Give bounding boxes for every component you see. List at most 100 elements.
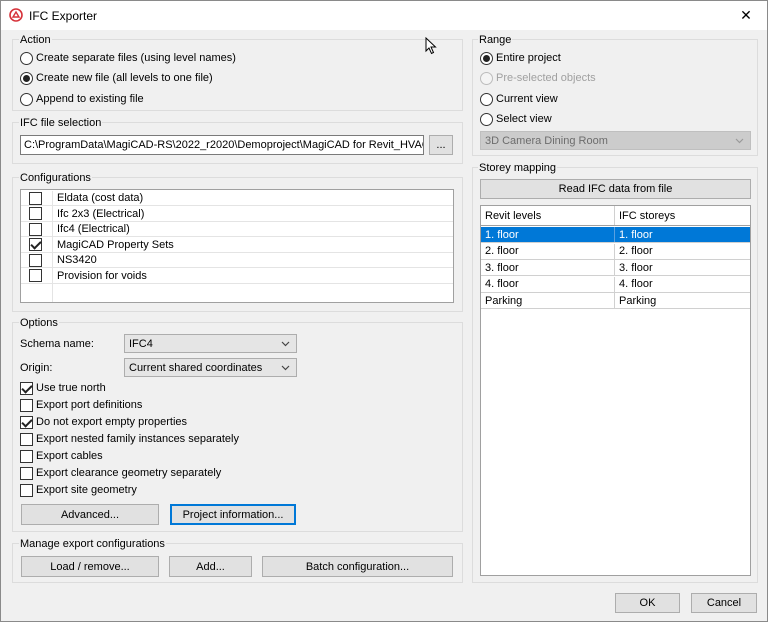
radio-indicator xyxy=(20,51,33,65)
configuration-item[interactable]: NS3420 xyxy=(21,252,453,268)
configuration-item[interactable]: Ifc 2x3 (Electrical) xyxy=(21,206,453,222)
ifc-storey-cell[interactable]: Parking xyxy=(615,293,747,308)
revit-level-cell[interactable]: 3. floor xyxy=(481,260,615,275)
load-remove-button[interactable]: Load / remove... xyxy=(21,556,159,577)
storey-mapping-group-title: Storey mapping xyxy=(478,162,558,174)
export-cables-checkbox[interactable]: Export cables xyxy=(20,448,103,464)
configuration-name: Eldata (cost data) xyxy=(57,192,144,204)
configuration-checkbox[interactable] xyxy=(28,238,42,251)
use-true-north-checkbox[interactable]: Use true north xyxy=(20,380,106,396)
ifc-storeys-header[interactable]: IFC storeys xyxy=(615,206,747,225)
checkbox-indicator xyxy=(20,415,33,429)
ifc-file-group-title: IFC file selection xyxy=(19,117,103,129)
table-row[interactable]: 3. floor 3. floor xyxy=(481,260,750,276)
ok-button[interactable]: OK xyxy=(615,593,680,613)
batch-configuration-button[interactable]: Batch configuration... xyxy=(262,556,453,577)
mouse-pointer-icon xyxy=(425,37,437,55)
options-group-title: Options xyxy=(19,317,59,329)
manage-configs-group-title: Manage export configurations xyxy=(19,538,166,550)
configuration-name: Ifc 2x3 (Electrical) xyxy=(57,207,145,220)
configuration-checkbox[interactable] xyxy=(28,222,42,236)
configuration-item[interactable]: Ifc4 (Electrical) xyxy=(21,221,453,237)
chevron-down-icon xyxy=(281,365,290,371)
action-append-radio[interactable]: Append to existing file xyxy=(20,91,144,107)
magicad-logo-icon xyxy=(9,8,23,22)
revit-level-cell[interactable]: 1. floor xyxy=(481,227,615,242)
table-row[interactable]: 1. floor 1. floor xyxy=(481,227,750,243)
configuration-checkbox[interactable] xyxy=(28,253,42,267)
table-row[interactable]: Parking Parking xyxy=(481,293,750,309)
checkbox-indicator xyxy=(20,483,33,497)
configuration-name: Ifc4 (Electrical) xyxy=(57,223,130,235)
configurations-list: Eldata (cost data) Ifc 2x3 (Electrical) If… xyxy=(20,189,454,303)
advanced-button[interactable]: Advanced... xyxy=(21,504,159,525)
revit-level-cell[interactable]: 2. floor xyxy=(481,243,615,259)
table-header: Revit levels IFC storeys xyxy=(481,206,750,226)
radio-indicator xyxy=(480,51,493,65)
export-port-definitions-checkbox[interactable]: Export port definitions xyxy=(20,397,142,413)
chevron-down-icon xyxy=(281,341,290,347)
schema-name-select[interactable]: IFC4 xyxy=(124,334,297,353)
range-group-title: Range xyxy=(478,34,513,46)
checkbox-label: Use true north xyxy=(36,382,106,394)
configuration-checkbox-cell xyxy=(21,221,53,237)
checkbox-label: Export nested family instances separatel… xyxy=(36,433,239,445)
configurations-group-title: Configurations xyxy=(19,172,92,184)
browse-file-button[interactable]: ... xyxy=(429,135,453,155)
radio-indicator xyxy=(20,71,33,85)
range-select-view-radio[interactable]: Select view xyxy=(480,111,552,127)
configuration-item[interactable]: Provision for voids xyxy=(21,268,453,284)
window-title: IFC Exporter xyxy=(29,9,98,23)
configuration-item[interactable]: MagiCAD Property Sets xyxy=(21,237,453,253)
table-row[interactable]: 4. floor 4. floor xyxy=(481,276,750,293)
ifc-storey-cell[interactable]: 2. floor xyxy=(615,244,747,259)
action-group-title: Action xyxy=(19,34,52,46)
configuration-name: Provision for voids xyxy=(57,269,147,282)
action-separate-files-radio[interactable]: Create separate files (using level names… xyxy=(20,50,236,66)
configuration-checkbox-cell xyxy=(21,190,53,206)
ifc-storey-cell[interactable]: 4. floor xyxy=(615,277,747,292)
export-clearance-geometry-checkbox[interactable]: Export clearance geometry separately xyxy=(20,465,221,481)
checkbox-indicator xyxy=(20,381,33,395)
revit-levels-header[interactable]: Revit levels xyxy=(481,206,615,225)
ifc-storey-cell[interactable]: 1. floor xyxy=(615,227,747,242)
checkbox-indicator xyxy=(20,432,33,446)
radio-indicator xyxy=(480,112,493,126)
ifc-file-path-field[interactable]: C:\ProgramData\MagiCAD-RS\2022_r2020\Dem… xyxy=(20,135,424,155)
configuration-name: MagiCAD Property Sets xyxy=(57,238,174,251)
action-new-file-radio[interactable]: Create new file (all levels to one file) xyxy=(20,70,213,86)
revit-level-cell[interactable]: 4. floor xyxy=(481,276,615,292)
cancel-button[interactable]: Cancel xyxy=(691,593,757,613)
project-information-button[interactable]: Project information... xyxy=(170,504,296,525)
export-nested-instances-checkbox[interactable]: Export nested family instances separatel… xyxy=(20,431,239,447)
configuration-checkbox[interactable] xyxy=(28,207,42,220)
read-ifc-data-button[interactable]: Read IFC data from file xyxy=(480,179,751,199)
storey-mapping-table: Revit levels IFC storeys 1. floor 1. floo… xyxy=(480,205,751,576)
revit-level-cell[interactable]: Parking xyxy=(481,293,615,308)
configuration-item[interactable]: Eldata (cost data) xyxy=(21,190,453,206)
schema-name-label: Schema name: xyxy=(20,338,94,350)
close-button[interactable]: ✕ xyxy=(725,1,767,29)
radio-indicator xyxy=(480,71,493,85)
table-row[interactable]: 2. floor 2. floor xyxy=(481,243,750,260)
close-icon: ✕ xyxy=(740,6,752,23)
configuration-checkbox[interactable] xyxy=(28,191,42,205)
configuration-name: NS3420 xyxy=(57,254,97,266)
checkbox-label: Do not export empty properties xyxy=(36,416,188,428)
range-entire-project-radio[interactable]: Entire project xyxy=(480,50,561,66)
chevron-down-icon xyxy=(735,138,744,144)
checkbox-indicator xyxy=(20,466,33,480)
configuration-checkbox[interactable] xyxy=(28,269,42,282)
export-site-geometry-checkbox[interactable]: Export site geometry xyxy=(20,482,137,498)
range-preselected-radio: Pre-selected objects xyxy=(480,70,596,86)
checkbox-indicator xyxy=(20,398,33,412)
add-config-button[interactable]: Add... xyxy=(169,556,252,577)
configurations-list-divider xyxy=(52,283,53,302)
ifc-storey-cell[interactable]: 3. floor xyxy=(615,260,747,275)
checkbox-label: Export port definitions xyxy=(36,399,143,411)
origin-select[interactable]: Current shared coordinates xyxy=(124,358,297,377)
checkbox-label: Export site geometry xyxy=(36,484,137,496)
no-empty-properties-checkbox[interactable]: Do not export empty properties xyxy=(20,414,187,430)
checkbox-indicator xyxy=(20,449,33,463)
range-current-view-radio[interactable]: Current view xyxy=(480,91,558,107)
